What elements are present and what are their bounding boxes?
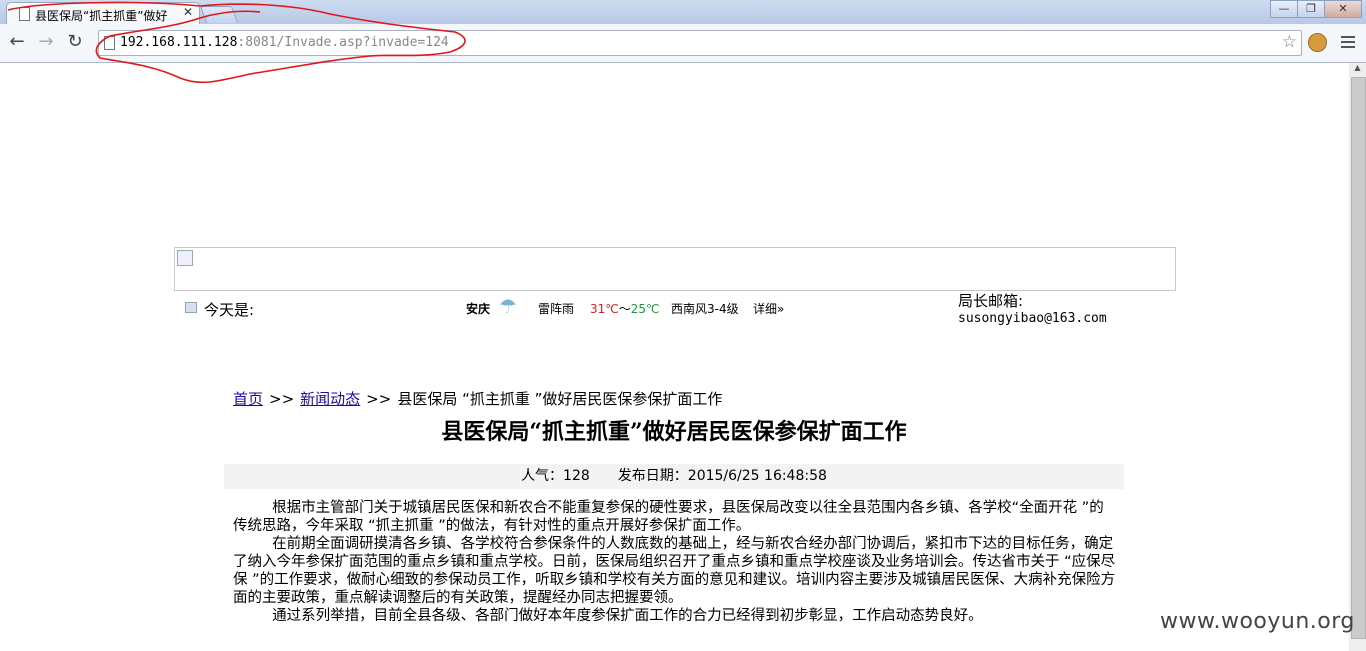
browser-tab[interactable]: 县医保局“抓主抓重”做好 ✕ (6, 2, 200, 25)
browser-toolbar: ← → ↻ 192.168.111.128:8081/Invade.asp?in… (0, 24, 1366, 63)
close-tab-icon[interactable]: ✕ (183, 5, 193, 19)
breadcrumb-home-link[interactable]: 首页 (233, 390, 263, 408)
thunderstorm-icon: ☂ (499, 294, 517, 318)
url-path: :8081/Invade.asp?invade=124 (237, 35, 449, 50)
weather-detail-link[interactable]: 详细» (753, 300, 784, 317)
bookmark-star-icon[interactable]: ☆ (1282, 32, 1297, 52)
breadcrumb-separator: >> (269, 390, 295, 408)
url-text[interactable]: 192.168.111.128:8081/Invade.asp?invade=1… (120, 35, 449, 50)
breadcrumb-news-link[interactable]: 新闻动态 (300, 390, 360, 408)
page-icon (19, 7, 30, 21)
broken-image-icon (177, 250, 193, 266)
mailbox-address: susongyibao@163.com (958, 311, 1107, 326)
scroll-up-icon[interactable]: ▲ (1349, 63, 1366, 77)
temp-high: 31℃ (590, 302, 619, 316)
weather-city: 安庆 (466, 302, 491, 316)
menu-icon[interactable] (1341, 36, 1355, 51)
reload-icon[interactable]: ↻ (64, 31, 86, 53)
weather-temperature: 31℃～25℃ (590, 300, 660, 317)
url-host: 192.168.111.128 (120, 35, 238, 50)
article-paragraph: 通过系列举措，目前全县各级、各部门做好本年度参保扩面工作的合力已经得到初步彰显，… (272, 608, 983, 624)
temp-low: 25℃ (630, 302, 660, 316)
weather-condition: 雷阵雨 (538, 302, 575, 316)
article-paragraph: 在前期全面调研摸清各乡镇、各学校符合参保条件的人数底数的基础上，经与新农合经办部… (233, 536, 1116, 606)
tab-title: 县医保局“抓主抓重”做好 (35, 9, 168, 23)
page-icon (104, 36, 115, 50)
breadcrumb-current: 县医保局 “抓主抓重 ”做好居民医保参保扩面工作 (397, 390, 723, 408)
watermark: www.wooyun.org (1160, 609, 1355, 634)
forward-arrow-icon[interactable]: → (35, 31, 57, 53)
breadcrumb-separator: >> (366, 390, 392, 408)
view-count: 人气：128 (521, 468, 590, 484)
vertical-scrollbar[interactable]: ▲ (1349, 63, 1366, 651)
article-title: 县医保局“抓主抓重”做好居民医保参保扩面工作 (441, 419, 907, 445)
publish-date: 发布日期：2015/6/25 16:48:58 (617, 468, 827, 484)
cookie-extension-icon[interactable] (1308, 33, 1327, 52)
mailbox-label: 局长邮箱: (958, 292, 1024, 310)
article-paragraph: 根据市主管部门关于城镇居民医保和新农合不能重复参保的硬性要求，县医保局改变以往全… (233, 500, 1104, 534)
close-window-icon[interactable]: ✕ (1324, 0, 1362, 18)
new-tab-button[interactable] (199, 6, 239, 23)
address-bar[interactable]: 192.168.111.128:8081/Invade.asp?invade=1… (98, 30, 1302, 56)
calendar-icon (185, 302, 197, 313)
weather-wind: 西南风3-4级 (671, 302, 739, 316)
scrollbar-thumb[interactable] (1351, 77, 1366, 639)
article-meta: 人气：128 发布日期：2015/6/25 16:48:58 (224, 464, 1124, 489)
minimize-icon[interactable]: — (1270, 0, 1298, 18)
temp-separator: ～ (618, 302, 631, 316)
title-bar: 县医保局“抓主抓重”做好 ✕ — ❐ ✕ (0, 0, 1366, 25)
banner-image (174, 247, 1176, 291)
today-label: 今天是: (204, 301, 255, 319)
breadcrumb: 首页 >> 新闻动态 >> 县医保局 “抓主抓重 ”做好居民医保参保扩面工作 (233, 388, 722, 409)
article-body: 根据市主管部门关于城镇居民医保和新农合不能重复参保的硬性要求，县医保局改变以往全… (233, 499, 1117, 625)
restore-icon[interactable]: ❐ (1297, 0, 1325, 18)
back-arrow-icon[interactable]: ← (6, 31, 28, 53)
